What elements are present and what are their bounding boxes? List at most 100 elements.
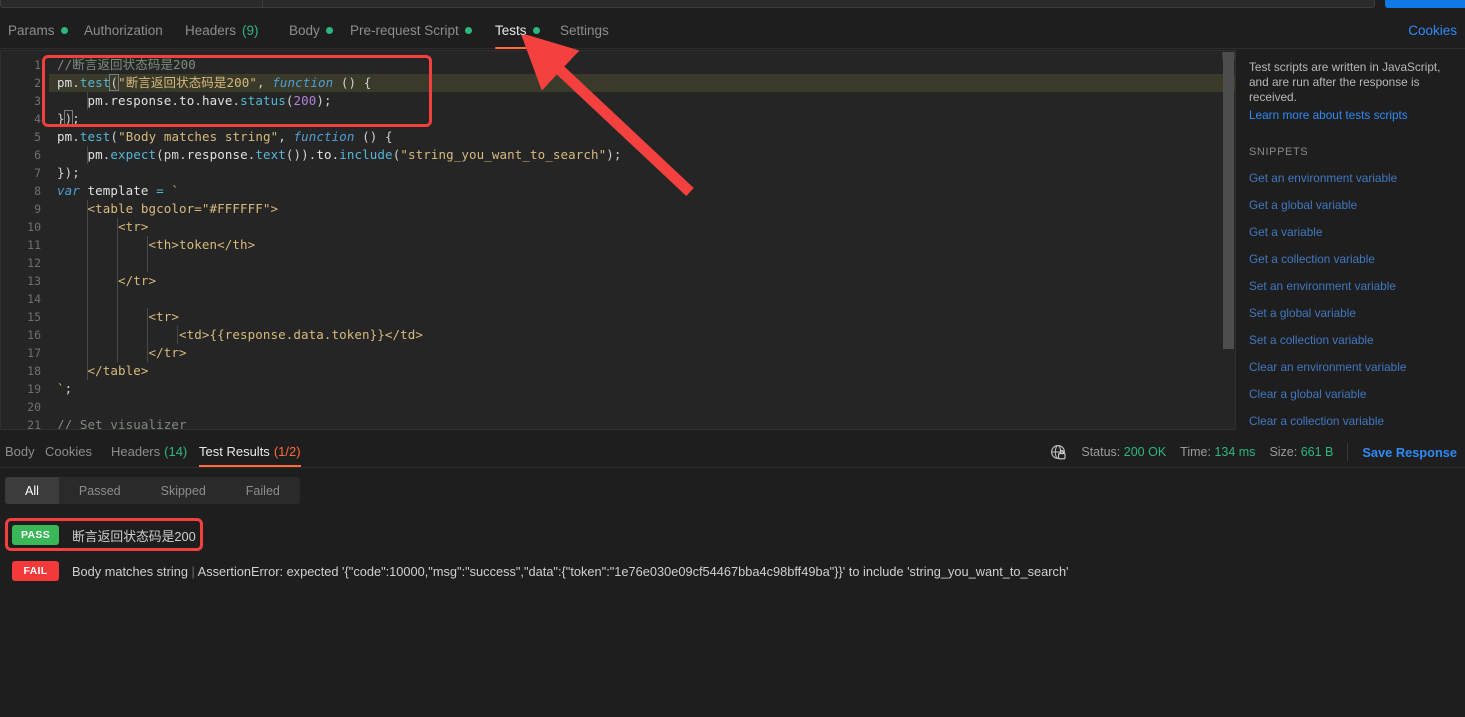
code-line[interactable] <box>49 398 1235 416</box>
code-line[interactable]: <tr> <box>49 308 1235 326</box>
snippet-item[interactable]: Clear a collection variable <box>1249 414 1453 428</box>
indent-guide <box>117 272 119 290</box>
tab-label: Headers <box>185 22 237 38</box>
cookies-link[interactable]: Cookies <box>1408 11 1457 49</box>
snippet-item[interactable]: Get an environment variable <box>1249 171 1453 185</box>
size-label: Size: 661 B <box>1269 445 1334 459</box>
request-tab-authorization[interactable]: Authorization <box>84 11 163 49</box>
editor-code-area[interactable]: //断言返回状态码是200 pm.test("断言返回状态码是200", func… <box>49 51 1235 429</box>
indent-guide <box>87 218 89 236</box>
test-result-filters: All Passed Skipped Failed <box>5 477 300 504</box>
code-line[interactable] <box>49 254 1235 272</box>
request-tab-headers[interactable]: Headers (9) <box>185 11 259 49</box>
code-line[interactable]: </tr> <box>49 272 1235 290</box>
tab-label: Headers <box>111 443 161 459</box>
code-token: }); <box>57 165 80 180</box>
code-line[interactable] <box>49 290 1235 308</box>
code-token: () { <box>354 129 393 144</box>
code-line[interactable]: </tr> <box>49 344 1235 362</box>
code-line[interactable]: <tr> <box>49 218 1235 236</box>
filter-passed[interactable]: Passed <box>59 477 141 504</box>
indent-guide <box>87 254 89 272</box>
code-line[interactable]: `; <box>49 380 1235 398</box>
code-token: ( <box>285 93 294 108</box>
snippet-item[interactable]: Get a variable <box>1249 225 1453 239</box>
code-line[interactable]: <td>{{response.data.token}}</td> <box>49 326 1235 344</box>
code-line[interactable]: }); <box>49 110 1235 128</box>
tab-count: (14) <box>164 443 188 459</box>
line-number: 20 <box>27 400 41 414</box>
filter-skipped[interactable]: Skipped <box>141 477 226 504</box>
code-line[interactable]: // Set visualizer <box>49 416 1235 429</box>
snippet-item[interactable]: Get a collection variable <box>1249 252 1453 266</box>
line-number: 19 <box>27 382 41 396</box>
code-token: . <box>179 147 187 162</box>
code-line[interactable]: pm.expect(pm.response.text()).to.include… <box>49 146 1235 164</box>
response-tab-headers[interactable]: Headers (14) <box>111 435 187 467</box>
send-button[interactable] <box>1385 0 1465 8</box>
code-line[interactable]: }); <box>49 164 1235 182</box>
code-token: <td>{{response.data.token}}</td> <box>57 327 424 342</box>
request-tab-tests[interactable]: Tests <box>495 11 540 49</box>
request-url-input[interactable] <box>0 0 1375 8</box>
code-line[interactable]: var template = ` <box>49 182 1235 200</box>
line-number: 12 <box>27 256 41 270</box>
editor-vertical-scrollbar[interactable] <box>1223 52 1234 349</box>
tab-modified-dot <box>532 26 540 34</box>
request-tab-settings[interactable]: Settings <box>560 11 609 49</box>
tab-label: Body <box>5 443 35 459</box>
code-line[interactable]: <th>token</th> <box>49 236 1235 254</box>
code-token: pm <box>57 129 73 144</box>
learn-more-link[interactable]: Learn more about tests scripts <box>1249 108 1453 122</box>
code-token: 200 <box>293 93 317 108</box>
test-name: 断言返回状态码是200 <box>72 526 196 545</box>
code-token: , <box>257 75 273 90</box>
save-response-button[interactable]: Save Response <box>1362 445 1457 460</box>
code-line[interactable]: <table bgcolor="#FFFFFF"> <box>49 200 1235 218</box>
snippet-item[interactable]: Get a global variable <box>1249 198 1453 212</box>
indent-guide <box>87 236 89 254</box>
code-token: expect <box>110 147 157 162</box>
request-tab-params[interactable]: Params <box>8 11 68 49</box>
snippets-description: Test scripts are written in JavaScript, … <box>1249 60 1441 104</box>
code-token: ; <box>64 381 73 396</box>
code-line[interactable]: </table> <box>49 362 1235 380</box>
code-token: ` <box>163 183 180 198</box>
snippet-item[interactable]: Clear a global variable <box>1249 387 1453 401</box>
code-token: pm <box>57 147 103 162</box>
code-token: test <box>79 129 111 144</box>
tab-label: Settings <box>560 22 609 38</box>
tab-modified-dot <box>325 26 333 34</box>
snippet-item[interactable]: Set a global variable <box>1249 306 1453 320</box>
request-tab-pre-request-script[interactable]: Pre-request Script <box>350 11 472 49</box>
tests-script-editor[interactable]: 1 2 3 4 5 6 7 8 9 10 11 12 13 14 15 16 17 18 19 20 21 //断言返回… <box>0 50 1236 430</box>
code-token: template <box>79 183 157 198</box>
test-result-row[interactable]: PASS 断言返回状态码是200 <box>0 520 1465 550</box>
snippet-item[interactable]: Set a collection variable <box>1249 333 1453 347</box>
status-label: Status: 200 OK <box>1081 445 1167 459</box>
request-url-bar-strip <box>0 0 1465 10</box>
size-value: 661 B <box>1300 445 1334 459</box>
code-token: (pm <box>156 147 180 162</box>
filter-failed[interactable]: Failed <box>226 477 300 504</box>
line-number: 4 <box>34 112 41 126</box>
response-tab-body[interactable]: Body <box>5 435 35 467</box>
tab-label: Tests <box>495 22 527 38</box>
code-line[interactable]: pm.test("Body matches string", function … <box>49 128 1235 146</box>
code-line[interactable]: //断言返回状态码是200 <box>49 56 1235 74</box>
indent-guide <box>117 326 119 344</box>
code-token: to <box>316 147 332 162</box>
method-url-divider <box>262 0 263 8</box>
code-line[interactable]: pm.test("断言返回状态码是200", function () { <box>49 74 1235 92</box>
indent-guide <box>87 146 89 164</box>
test-result-row[interactable]: FAIL Body matches string | AssertionError… <box>0 556 1465 586</box>
snippet-item[interactable]: Set an environment variable <box>1249 279 1453 293</box>
request-tab-body[interactable]: Body <box>289 11 333 49</box>
snippet-item[interactable]: Clear an environment variable <box>1249 360 1453 374</box>
response-tab-test-results[interactable]: Test Results (1/2) <box>199 435 301 467</box>
response-tab-cookies[interactable]: Cookies <box>45 435 92 467</box>
code-token: <table bgcolor="#FFFFFF"> <box>57 201 279 216</box>
code-line[interactable]: pm.response.to.have.status(200); <box>49 92 1235 110</box>
filter-all[interactable]: All <box>5 477 59 504</box>
code-token: ); <box>316 93 332 108</box>
